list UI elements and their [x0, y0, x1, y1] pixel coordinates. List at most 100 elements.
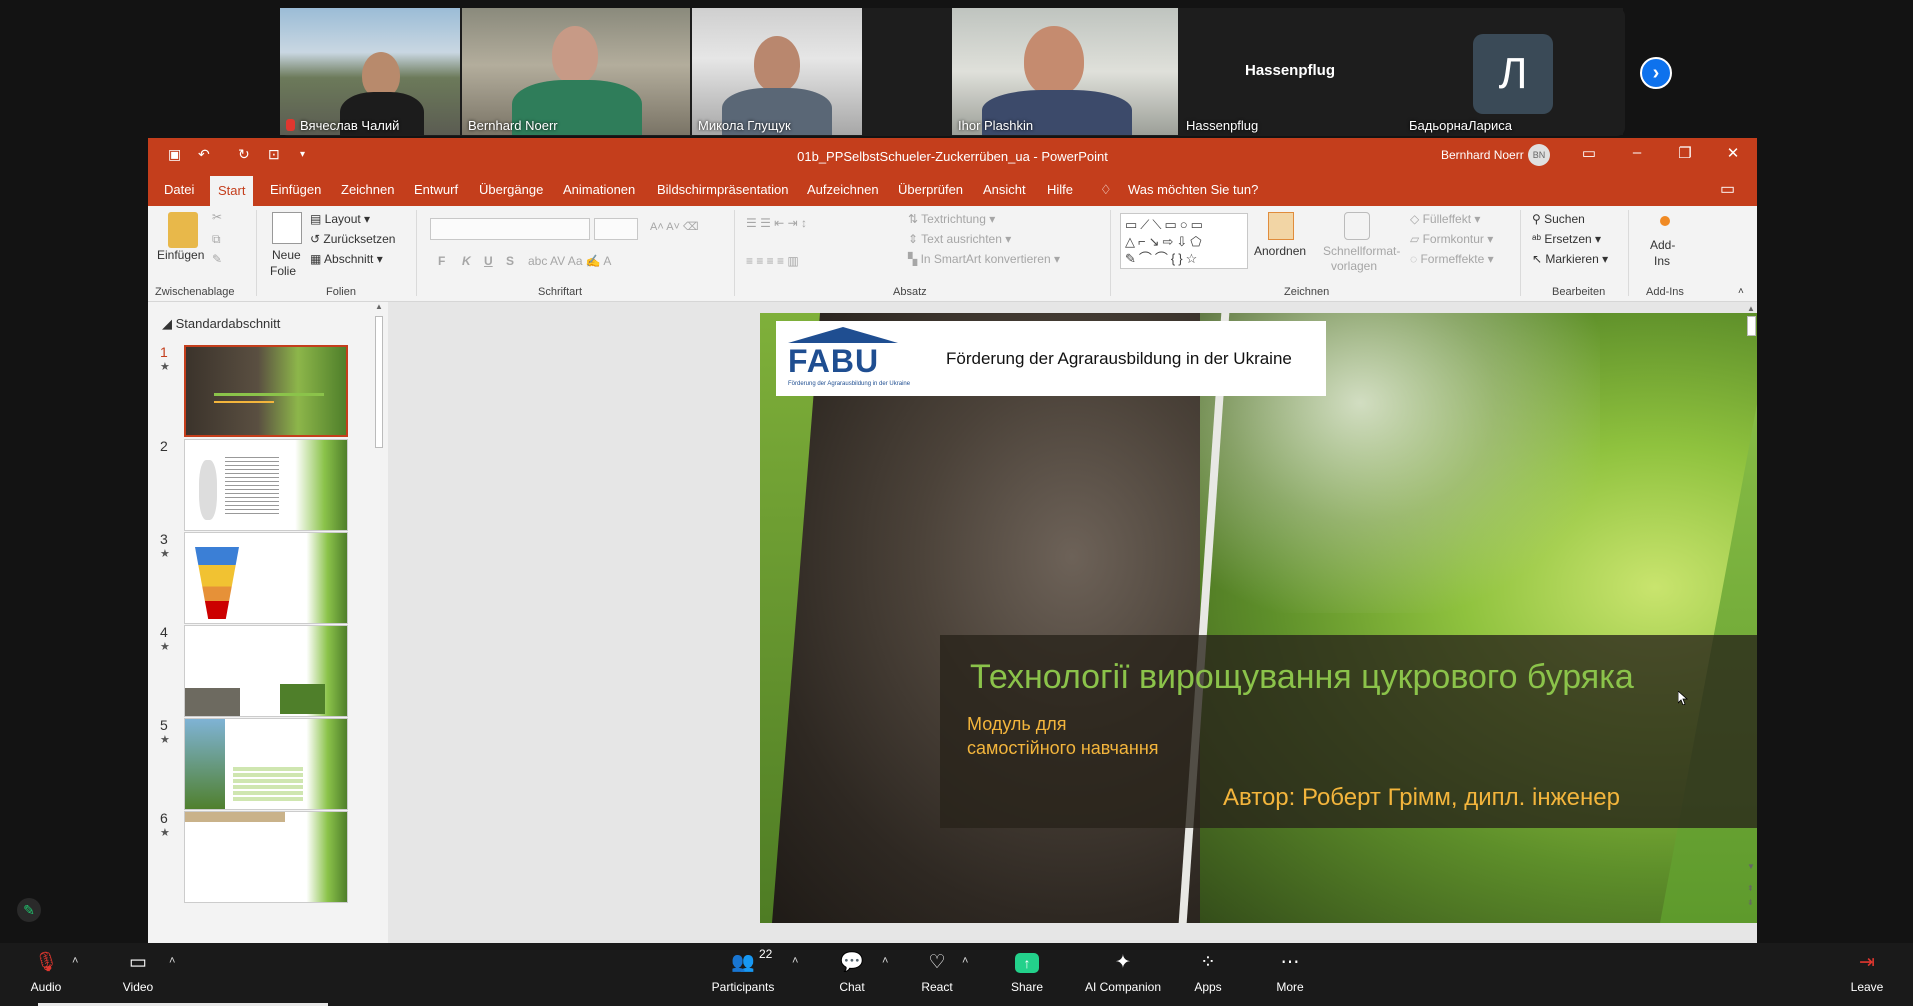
ribbon-display-icon[interactable]: ▭	[1574, 144, 1604, 162]
tab-bildschirmpraesentation[interactable]: Bildschirmpräsentation	[657, 182, 789, 197]
slide-thumbnail[interactable]	[184, 345, 348, 437]
select-button[interactable]: ↖ Markieren ▾	[1532, 252, 1608, 266]
tab-hilfe[interactable]: Hilfe	[1047, 182, 1073, 197]
cut-icon[interactable]: ✂	[212, 210, 222, 224]
chat-button[interactable]: 💬 Chat	[832, 951, 872, 994]
ai-companion-button[interactable]: ✦ AI Companion	[1080, 951, 1166, 994]
shape-fill-button[interactable]: ◇ Fülleffekt ▾	[1410, 212, 1480, 226]
tab-einfuegen[interactable]: Einfügen	[270, 182, 321, 197]
more-button[interactable]: ⋯ More	[1270, 951, 1310, 994]
section-header[interactable]: ◢ Standardabschnitt	[162, 316, 280, 332]
new-slide-button[interactable]: Neue	[272, 248, 301, 262]
tab-ueberpruefen[interactable]: Überprüfen	[898, 182, 963, 197]
tab-entwurf[interactable]: Entwurf	[414, 182, 458, 197]
tab-datei[interactable]: Datei	[164, 182, 194, 197]
slide-scrollbar[interactable]: ▲ ▼ ⇞ ⇟	[1746, 302, 1757, 943]
video-tile-4[interactable]: Ihor Plashkin	[952, 8, 1178, 135]
arrange-button[interactable]: Anordnen	[1254, 244, 1306, 258]
grow-font-icon[interactable]: A˄ A˅ ⌫	[650, 220, 699, 233]
new-slide-icon[interactable]	[272, 212, 302, 244]
font-size-dropdown[interactable]	[594, 218, 638, 240]
slide-canvas[interactable]: FABU Förderung der Agrarausbildung in de…	[760, 313, 1757, 923]
chevron-up-icon[interactable]: ˄	[962, 955, 968, 967]
paste-button[interactable]: Einfügen	[157, 248, 204, 262]
format-painter-icon[interactable]: ✎	[212, 252, 222, 266]
bullets-icon[interactable]: ☰ ☰ ⇤ ⇥ ↕	[746, 216, 807, 230]
bold-button[interactable]: F	[438, 254, 445, 268]
arrange-icon[interactable]	[1268, 212, 1294, 240]
apps-button[interactable]: ⁘ Apps	[1188, 951, 1228, 994]
participant-display-name: Hassenpflug	[1244, 62, 1335, 79]
video-tile-5[interactable]: Hassenpflug Hassenpflug	[1180, 8, 1400, 135]
slide-author[interactable]: Автор: Роберт Грімм, дипл. інженер	[1223, 784, 1620, 812]
find-button[interactable]: ⚲ Suchen	[1532, 212, 1585, 226]
minimize-icon[interactable]: –	[1622, 144, 1652, 161]
chevron-up-icon[interactable]: ˄	[72, 955, 78, 967]
video-tile-3[interactable]: Микола Глущук	[692, 8, 862, 135]
group-clipboard: Zwischenablage	[155, 286, 235, 298]
shadow-button[interactable]: S	[506, 254, 514, 268]
restore-icon[interactable]: ❐	[1670, 144, 1700, 162]
chevron-up-icon[interactable]: ˄	[169, 955, 175, 967]
reset-button[interactable]: ↺ Zurücksetzen	[310, 232, 395, 246]
avatar[interactable]: BN	[1528, 144, 1550, 166]
tab-start[interactable]: Start	[210, 176, 254, 206]
audio-button[interactable]: 🎙 Audio	[26, 951, 66, 994]
comments-icon[interactable]: ▭	[1720, 179, 1735, 199]
font-name-dropdown[interactable]	[430, 218, 590, 240]
slide-thumbnail[interactable]	[184, 439, 348, 531]
tell-me-search[interactable]: Was möchten Sie tun?	[1128, 182, 1258, 197]
user-name[interactable]: Bernhard Noerr	[1441, 148, 1524, 162]
thumb-number: 5	[160, 717, 168, 733]
next-slide-icon[interactable]: ⇟	[1747, 898, 1754, 907]
italic-button[interactable]: K	[462, 254, 471, 268]
tab-uebergaenge[interactable]: Übergänge	[479, 182, 543, 197]
chevron-up-icon[interactable]: ˄	[792, 955, 798, 967]
slide-thumbnail[interactable]	[184, 811, 348, 903]
layout-button[interactable]: ▤ Layout ▾	[310, 212, 370, 226]
annotate-pen-icon[interactable]: ✎	[17, 898, 41, 922]
avatar: Л	[1473, 34, 1553, 114]
char-spacing-icon[interactable]: abc AV Aa ✍ A	[528, 254, 611, 268]
shape-effects-button[interactable]: ◌ Formeffekte ▾	[1410, 252, 1494, 266]
underline-button[interactable]: U	[484, 254, 493, 268]
chevron-right-icon[interactable]: ›	[1640, 57, 1672, 89]
section-button[interactable]: ▦ Abschnitt ▾	[310, 252, 383, 266]
slide-thumbnail[interactable]	[184, 532, 348, 624]
quick-styles-button[interactable]: Schnellformat-	[1323, 244, 1400, 258]
addins-button[interactable]: Add-	[1650, 238, 1675, 252]
chevron-up-icon[interactable]: ˄	[882, 955, 888, 967]
close-icon[interactable]: ✕	[1718, 144, 1748, 162]
tab-aufzeichnen[interactable]: Aufzeichnen	[807, 182, 879, 197]
slide-thumbnail[interactable]	[184, 718, 348, 810]
copy-icon[interactable]: ⧉	[212, 232, 221, 247]
shape-outline-button[interactable]: ▱ Formkontur ▾	[1410, 232, 1493, 246]
mic-muted-icon	[286, 119, 295, 131]
slide-title[interactable]: Технології вирощування цукрового буряка	[970, 658, 1634, 697]
smartart-button[interactable]: ▚ In SmartArt konvertieren ▾	[908, 252, 1060, 266]
paste-icon[interactable]	[168, 212, 198, 248]
leave-button[interactable]: ⇥ Leave	[1847, 951, 1887, 994]
react-button[interactable]: ♡ React	[917, 951, 957, 994]
align-icon[interactable]: ≡ ≡ ≡ ≡ ▥	[746, 254, 799, 268]
tab-zeichnen[interactable]: Zeichnen	[341, 182, 394, 197]
video-tile-6[interactable]: Л БадьорнаЛариса	[1403, 8, 1623, 135]
video-tile-1[interactable]: Вячеслав Чалий	[280, 8, 460, 135]
shapes-gallery[interactable]: ▭⟋⟍▭○▭ △⌐↘⇨⇩⬠ ✎⌒⌒{}☆	[1120, 213, 1248, 269]
align-text-button[interactable]: ⇕ Text ausrichten ▾	[908, 232, 1011, 246]
video-tile-2[interactable]: Bernhard Noerr	[462, 8, 690, 135]
share-button[interactable]: ↑ Share	[1007, 951, 1047, 994]
video-button[interactable]: ▭ Video	[118, 951, 158, 994]
participant-name: Микола Глущук	[698, 118, 791, 133]
tab-ansicht[interactable]: Ansicht	[983, 182, 1026, 197]
tab-animationen[interactable]: Animationen	[563, 182, 635, 197]
collapse-ribbon-icon[interactable]: ˄	[1738, 286, 1744, 297]
quick-styles-icon[interactable]	[1344, 212, 1370, 240]
thumbnails-scrollbar[interactable]: ▲	[372, 302, 386, 462]
replace-button[interactable]: ᵃᵇ Ersetzen ▾	[1532, 232, 1601, 246]
text-direction-button[interactable]: ⇅ Textrichtung ▾	[908, 212, 995, 226]
slide-thumbnail[interactable]	[184, 625, 348, 717]
addins-icon[interactable]	[1660, 216, 1670, 226]
previous-slide-icon[interactable]: ⇞	[1747, 884, 1754, 893]
slide-subtitle[interactable]: Модуль для самостійного навчання	[967, 712, 1159, 760]
